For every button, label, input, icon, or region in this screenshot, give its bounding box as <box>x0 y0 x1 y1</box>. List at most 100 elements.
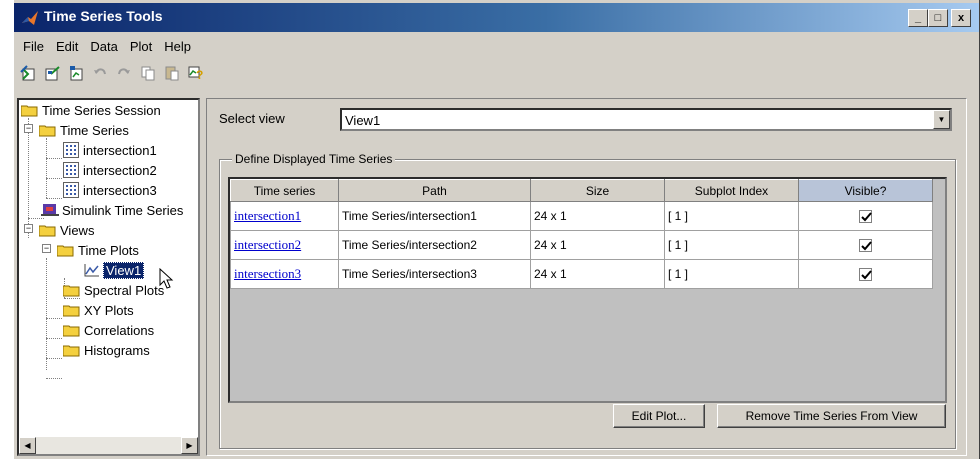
visible-checkbox[interactable] <box>859 210 872 224</box>
visible-cell <box>798 230 933 260</box>
maximize-button[interactable]: □ <box>928 9 948 27</box>
tree-label-spectral-plots: Spectral Plots <box>84 282 165 298</box>
column-header-time-series[interactable]: Time series <box>230 179 339 202</box>
tree-node-session[interactable]: Time Series Session <box>21 100 161 120</box>
tree-node-xy-plots[interactable]: XY Plots <box>63 300 134 320</box>
tree-node-time-plots[interactable]: Time Plots <box>57 240 139 260</box>
svg-text:?: ? <box>196 68 203 82</box>
subplot-index-cell[interactable]: [ 1 ] <box>664 259 799 289</box>
redo-icon[interactable] <box>114 63 134 83</box>
tree-label-correlations: Correlations <box>84 322 155 338</box>
menu-bar: File Edit Data Plot Help <box>14 35 198 57</box>
column-header-path[interactable]: Path <box>338 179 531 202</box>
tree-node-correlations[interactable]: Correlations <box>63 320 154 340</box>
path-cell: Time Series/intersection1 <box>338 201 531 231</box>
tree-label-intersection2: intersection2 <box>83 162 157 178</box>
group-title: Define Displayed Time Series <box>232 152 396 166</box>
folder-icon <box>63 305 80 316</box>
tree-node-simulink[interactable]: Simulink Time Series <box>41 200 183 220</box>
series-link[interactable]: intersection3 <box>230 259 339 289</box>
undo-icon[interactable] <box>90 63 110 83</box>
session-tree[interactable]: Time Series Session − Time Series inters… <box>17 98 200 456</box>
tree-node-view1[interactable]: View1 <box>83 260 145 280</box>
folder-icon <box>63 285 80 296</box>
time-series-data-icon <box>63 142 79 158</box>
size-cell: 24 x 1 <box>530 201 665 231</box>
collapse-time-plots[interactable]: − <box>42 244 51 253</box>
tree-node-time-series[interactable]: Time Series <box>39 120 129 140</box>
tree-label-simulink: Simulink Time Series <box>62 202 184 218</box>
tree-label-histograms: Histograms <box>84 342 150 358</box>
tree-label-time-plots: Time Plots <box>78 242 139 258</box>
tree-label-views: Views <box>60 222 95 238</box>
subplot-index-cell[interactable]: [ 1 ] <box>664 201 799 231</box>
series-link[interactable]: intersection1 <box>230 201 339 231</box>
export-data-icon[interactable] <box>42 63 62 83</box>
collapse-views[interactable]: − <box>24 224 33 233</box>
table-row: intersection3 Time Series/intersection3 … <box>230 259 933 289</box>
menu-file[interactable]: File <box>18 37 51 56</box>
column-header-visible[interactable]: Visible? <box>798 179 933 202</box>
menu-plot[interactable]: Plot <box>125 37 159 56</box>
select-view-value: View1 <box>345 113 381 128</box>
folder-icon <box>63 345 80 356</box>
simulink-icon <box>41 204 59 216</box>
table-row: intersection1 Time Series/intersection1 … <box>230 201 933 231</box>
tree-label-time-series: Time Series <box>60 122 129 138</box>
tree-node-intersection3[interactable]: intersection3 <box>63 180 157 200</box>
menu-edit[interactable]: Edit <box>51 37 85 56</box>
tree-label-intersection3: intersection3 <box>83 182 157 198</box>
series-link[interactable]: intersection2 <box>230 230 339 260</box>
tree-node-spectral-plots[interactable]: Spectral Plots <box>63 280 164 300</box>
new-view-icon[interactable] <box>66 63 86 83</box>
copy-icon[interactable] <box>138 63 158 83</box>
view-panel: Select view View1 ▼ Define Displayed Tim… <box>206 98 967 456</box>
edit-plot-button[interactable]: Edit Plot... <box>613 404 705 428</box>
minimize-button[interactable]: _ <box>908 9 928 27</box>
table-row: intersection2 Time Series/intersection2 … <box>230 230 933 260</box>
visible-cell <box>798 259 933 289</box>
tree-node-views[interactable]: Views <box>39 220 94 240</box>
menu-help[interactable]: Help <box>159 37 198 56</box>
help-icon[interactable]: ? <box>186 63 206 83</box>
column-header-subplot-index[interactable]: Subplot Index <box>664 179 799 202</box>
scroll-left-button[interactable]: ◀ <box>19 437 36 454</box>
tree-label-xy-plots: XY Plots <box>84 302 134 318</box>
collapse-time-series[interactable]: − <box>24 124 33 133</box>
tree-node-intersection1[interactable]: intersection1 <box>63 140 157 160</box>
time-series-data-icon <box>63 182 79 198</box>
subplot-index-cell[interactable]: [ 1 ] <box>664 230 799 260</box>
remove-time-series-button[interactable]: Remove Time Series From View <box>717 404 946 428</box>
folder-icon <box>39 125 56 136</box>
tree-node-histograms[interactable]: Histograms <box>63 340 150 360</box>
path-cell: Time Series/intersection3 <box>338 259 531 289</box>
size-cell: 24 x 1 <box>530 230 665 260</box>
main-window: Time Series Tools _ □ x File Edit Data P… <box>13 0 980 459</box>
tree-node-intersection2[interactable]: intersection2 <box>63 160 157 180</box>
close-button[interactable]: x <box>951 9 971 27</box>
visible-checkbox[interactable] <box>859 239 872 253</box>
select-view-dropdown[interactable]: View1 ▼ <box>340 108 952 131</box>
title-bar[interactable]: Time Series Tools _ □ x <box>14 3 979 32</box>
path-cell: Time Series/intersection2 <box>338 230 531 260</box>
series-table: Time series Path Size Subplot Index Visi… <box>228 177 947 403</box>
folder-icon <box>57 245 74 256</box>
tree-label-intersection1: intersection1 <box>83 142 157 158</box>
folder-icon <box>63 325 80 336</box>
tree-label-view1: View1 <box>103 261 145 279</box>
paste-icon[interactable] <box>162 63 182 83</box>
tree-label-session: Time Series Session <box>42 102 161 118</box>
import-data-icon[interactable] <box>18 63 38 83</box>
tree-horizontal-scrollbar[interactable]: ◀ ▶ <box>19 437 198 454</box>
time-series-data-icon <box>63 162 79 178</box>
chevron-down-icon[interactable]: ▼ <box>933 110 950 129</box>
menu-data[interactable]: Data <box>85 37 124 56</box>
visible-checkbox[interactable] <box>859 268 872 282</box>
size-cell: 24 x 1 <box>530 259 665 289</box>
scroll-right-button[interactable]: ▶ <box>181 437 198 454</box>
matlab-logo-icon <box>22 11 38 25</box>
folder-icon <box>39 225 56 236</box>
window-title: Time Series Tools <box>44 8 163 24</box>
column-header-size[interactable]: Size <box>530 179 665 202</box>
toolbar: ? <box>18 61 210 85</box>
